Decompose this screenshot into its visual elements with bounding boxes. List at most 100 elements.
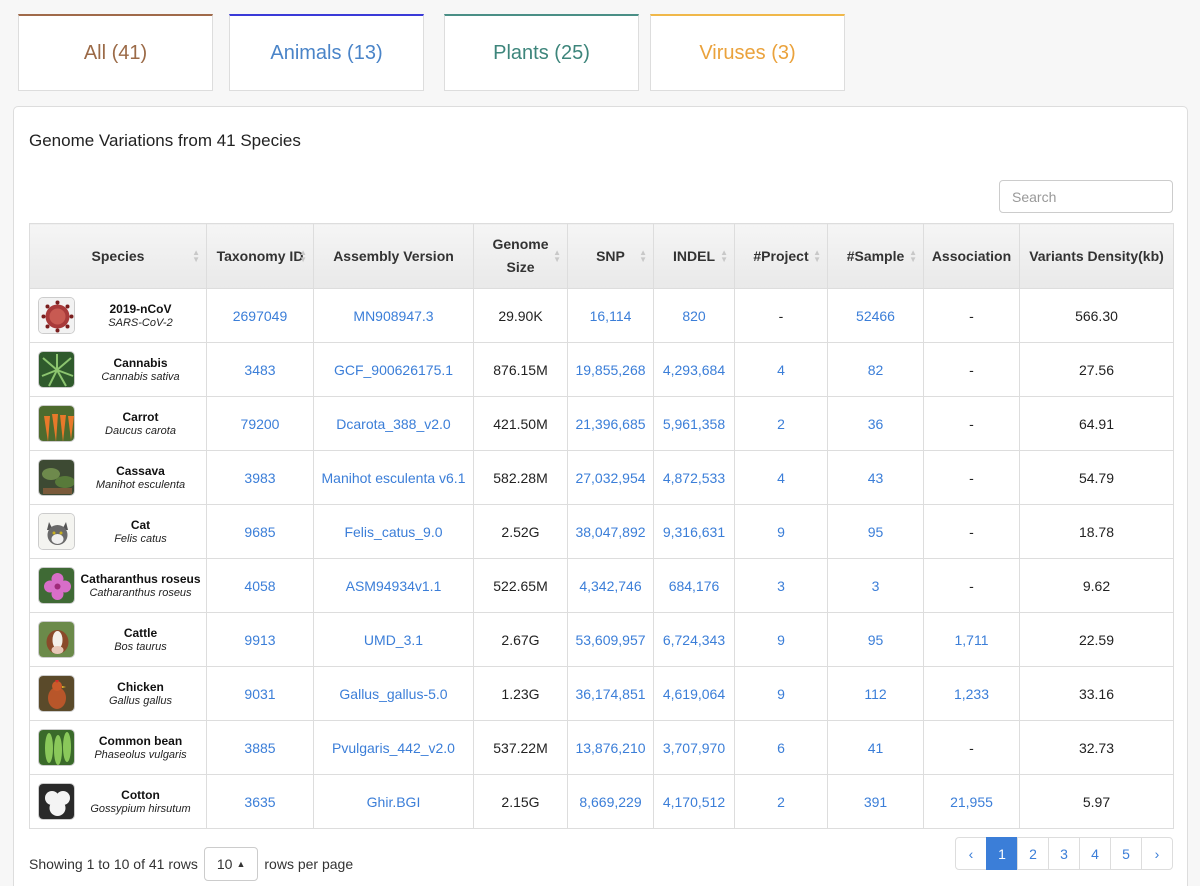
indel-link[interactable]: 4,872,533: [653, 450, 735, 505]
species-name[interactable]: Cannabis Cannabis sativa: [75, 356, 206, 384]
bean-icon[interactable]: [38, 729, 75, 766]
indel-link[interactable]: 4,619,064: [653, 666, 735, 721]
project-link[interactable]: 4: [734, 342, 828, 397]
tab-viruses[interactable]: Viruses (3): [650, 14, 845, 91]
taxonomy-id-link[interactable]: 3983: [206, 450, 314, 505]
indel-link[interactable]: 4,293,684: [653, 342, 735, 397]
indel-link[interactable]: 6,724,343: [653, 612, 735, 667]
species-name[interactable]: Common bean Phaseolus vulgaris: [75, 734, 206, 762]
indel-link[interactable]: 820: [653, 288, 735, 343]
snp-link[interactable]: 8,669,229: [567, 774, 654, 829]
sample-link[interactable]: 391: [827, 774, 924, 829]
association-link[interactable]: 1,711: [923, 612, 1020, 667]
snp-link[interactable]: 21,396,685: [567, 396, 654, 451]
assembly-version-link[interactable]: UMD_3.1: [313, 612, 474, 667]
search-input[interactable]: [999, 180, 1173, 213]
project-link[interactable]: 2: [734, 774, 828, 829]
project-link[interactable]: 4: [734, 450, 828, 505]
virus-icon[interactable]: [38, 297, 75, 334]
header-taxonomy-id[interactable]: Taxonomy ID ▲ ▼: [206, 223, 314, 289]
carrot-icon[interactable]: [38, 405, 75, 442]
association-link[interactable]: 21,955: [923, 774, 1020, 829]
cotton-icon[interactable]: [38, 783, 75, 820]
snp-link[interactable]: 36,174,851: [567, 666, 654, 721]
assembly-version-link[interactable]: GCF_900626175.1: [313, 342, 474, 397]
sample-link[interactable]: 36: [827, 396, 924, 451]
pagination-page-5[interactable]: 5: [1110, 837, 1142, 870]
taxonomy-id-link[interactable]: 4058: [206, 558, 314, 613]
sample-link[interactable]: 43: [827, 450, 924, 505]
project-link[interactable]: 9: [734, 612, 828, 667]
sample-link[interactable]: 95: [827, 612, 924, 667]
assembly-version-link[interactable]: MN908947.3: [313, 288, 474, 343]
taxonomy-id-link[interactable]: 3483: [206, 342, 314, 397]
project-link[interactable]: 3: [734, 558, 828, 613]
indel-link[interactable]: 3,707,970: [653, 720, 735, 775]
pagination-page-3[interactable]: 3: [1048, 837, 1080, 870]
indel-link[interactable]: 4,170,512: [653, 774, 735, 829]
species-name[interactable]: Catharanthus roseus Catharanthus roseus: [75, 572, 206, 600]
pagination-page-4[interactable]: 4: [1079, 837, 1111, 870]
species-name[interactable]: Carrot Daucus carota: [75, 410, 206, 438]
taxonomy-id-link[interactable]: 2697049: [206, 288, 314, 343]
sample-link[interactable]: 52466: [827, 288, 924, 343]
snp-link[interactable]: 16,114: [567, 288, 654, 343]
assembly-version-link[interactable]: Manihot esculenta v6.1: [313, 450, 474, 505]
header-species[interactable]: Species ▲ ▼: [29, 223, 207, 289]
flower-icon[interactable]: [38, 567, 75, 604]
pagination-next-button[interactable]: ›: [1141, 837, 1173, 870]
sample-link[interactable]: 82: [827, 342, 924, 397]
assembly-version-link[interactable]: Pvulgaris_442_v2.0: [313, 720, 474, 775]
sample-link[interactable]: 41: [827, 720, 924, 775]
pagination-prev-button[interactable]: ‹: [955, 837, 987, 870]
snp-link[interactable]: 19,855,268: [567, 342, 654, 397]
header-indel[interactable]: INDEL ▲ ▼: [653, 223, 735, 289]
project-link[interactable]: 2: [734, 396, 828, 451]
taxonomy-id-link[interactable]: 9031: [206, 666, 314, 721]
species-name[interactable]: Cotton Gossypium hirsutum: [75, 788, 206, 816]
species-name[interactable]: 2019-nCoV SARS-CoV-2: [75, 302, 206, 330]
species-name[interactable]: Cassava Manihot esculenta: [75, 464, 206, 492]
association-link[interactable]: 1,233: [923, 666, 1020, 721]
pagination-page-2[interactable]: 2: [1017, 837, 1049, 870]
snp-link[interactable]: 38,047,892: [567, 504, 654, 559]
cattle-icon[interactable]: [38, 621, 75, 658]
species-name[interactable]: Cattle Bos taurus: [75, 626, 206, 654]
tab-plants[interactable]: Plants (25): [444, 14, 639, 91]
snp-link[interactable]: 4,342,746: [567, 558, 654, 613]
header-snp[interactable]: SNP ▲ ▼: [567, 223, 654, 289]
pagination-page-1[interactable]: 1: [986, 837, 1018, 870]
tab-animals[interactable]: Animals (13): [229, 14, 424, 91]
cassava-icon[interactable]: [38, 459, 75, 496]
taxonomy-id-link[interactable]: 9913: [206, 612, 314, 667]
sample-link[interactable]: 112: [827, 666, 924, 721]
sample-link[interactable]: 3: [827, 558, 924, 613]
snp-link[interactable]: 53,609,957: [567, 612, 654, 667]
assembly-version-link[interactable]: ASM94934v1.1: [313, 558, 474, 613]
snp-link[interactable]: 27,032,954: [567, 450, 654, 505]
snp-link[interactable]: 13,876,210: [567, 720, 654, 775]
taxonomy-id-link[interactable]: 79200: [206, 396, 314, 451]
project-link[interactable]: 6: [734, 720, 828, 775]
assembly-version-link[interactable]: Dcarota_388_v2.0: [313, 396, 474, 451]
sample-link[interactable]: 95: [827, 504, 924, 559]
cannabis-icon[interactable]: [38, 351, 75, 388]
taxonomy-id-link[interactable]: 3635: [206, 774, 314, 829]
assembly-version-link[interactable]: Felis_catus_9.0: [313, 504, 474, 559]
indel-link[interactable]: 5,961,358: [653, 396, 735, 451]
header-genome-size[interactable]: Genome Size ▲ ▼: [473, 223, 568, 289]
page-size-dropdown[interactable]: 10 ▲: [203, 847, 259, 881]
header-sample[interactable]: #Sample ▲ ▼: [827, 223, 924, 289]
indel-link[interactable]: 9,316,631: [653, 504, 735, 559]
indel-link[interactable]: 684,176: [653, 558, 735, 613]
header-project[interactable]: #Project ▲ ▼: [734, 223, 828, 289]
project-link[interactable]: 9: [734, 666, 828, 721]
chicken-icon[interactable]: [38, 675, 75, 712]
species-name[interactable]: Cat Felis catus: [75, 518, 206, 546]
species-name[interactable]: Chicken Gallus gallus: [75, 680, 206, 708]
taxonomy-id-link[interactable]: 9685: [206, 504, 314, 559]
cat-icon[interactable]: [38, 513, 75, 550]
assembly-version-link[interactable]: Ghir.BGI: [313, 774, 474, 829]
assembly-version-link[interactable]: Gallus_gallus-5.0: [313, 666, 474, 721]
project-link[interactable]: 9: [734, 504, 828, 559]
